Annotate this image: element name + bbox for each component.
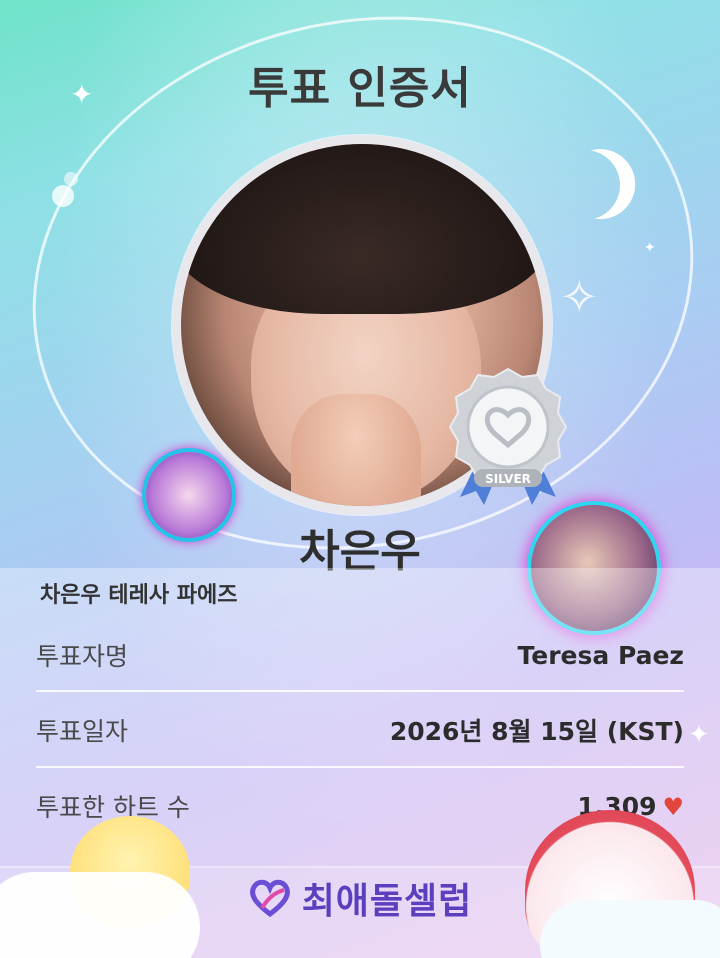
- dedication-text: 차은우 테레사 파에즈: [40, 583, 238, 608]
- sparkle-icon: ✦: [644, 240, 656, 256]
- voter-label: 투표자명: [36, 642, 129, 671]
- brand-logo-icon: [249, 879, 290, 918]
- page-title: 투표 인증서: [248, 63, 472, 114]
- brand-logo: 최애돌셀럽: [0, 868, 720, 928]
- hand-shape: [291, 394, 421, 506]
- voter-row: 투표자명 Teresa Paez: [36, 617, 684, 693]
- voter-value: Teresa Paez: [517, 640, 684, 670]
- hair-shape: [181, 144, 543, 314]
- heart-icon: ♥: [662, 792, 684, 821]
- silver-badge-icon: SILVER: [448, 367, 568, 505]
- brand-name: 최애돌셀럽: [301, 881, 473, 922]
- date-row: 투표일자 2026년 8월 15일 (KST): [36, 692, 684, 768]
- date-label: 투표일자: [36, 717, 129, 746]
- orbit-dot: [52, 185, 74, 207]
- date-value: 2026년 8월 15일 (KST): [389, 717, 684, 746]
- badge-tier-label: SILVER: [485, 472, 531, 486]
- orbit-dot: [64, 172, 78, 186]
- sparkle-icon: ✧: [560, 270, 599, 324]
- vote-certificate: ✦ ✧ ✦ ✦ 투표 인증서 SILVER 차은우 차은우 테레사 파에즈 투표…: [0, 0, 720, 958]
